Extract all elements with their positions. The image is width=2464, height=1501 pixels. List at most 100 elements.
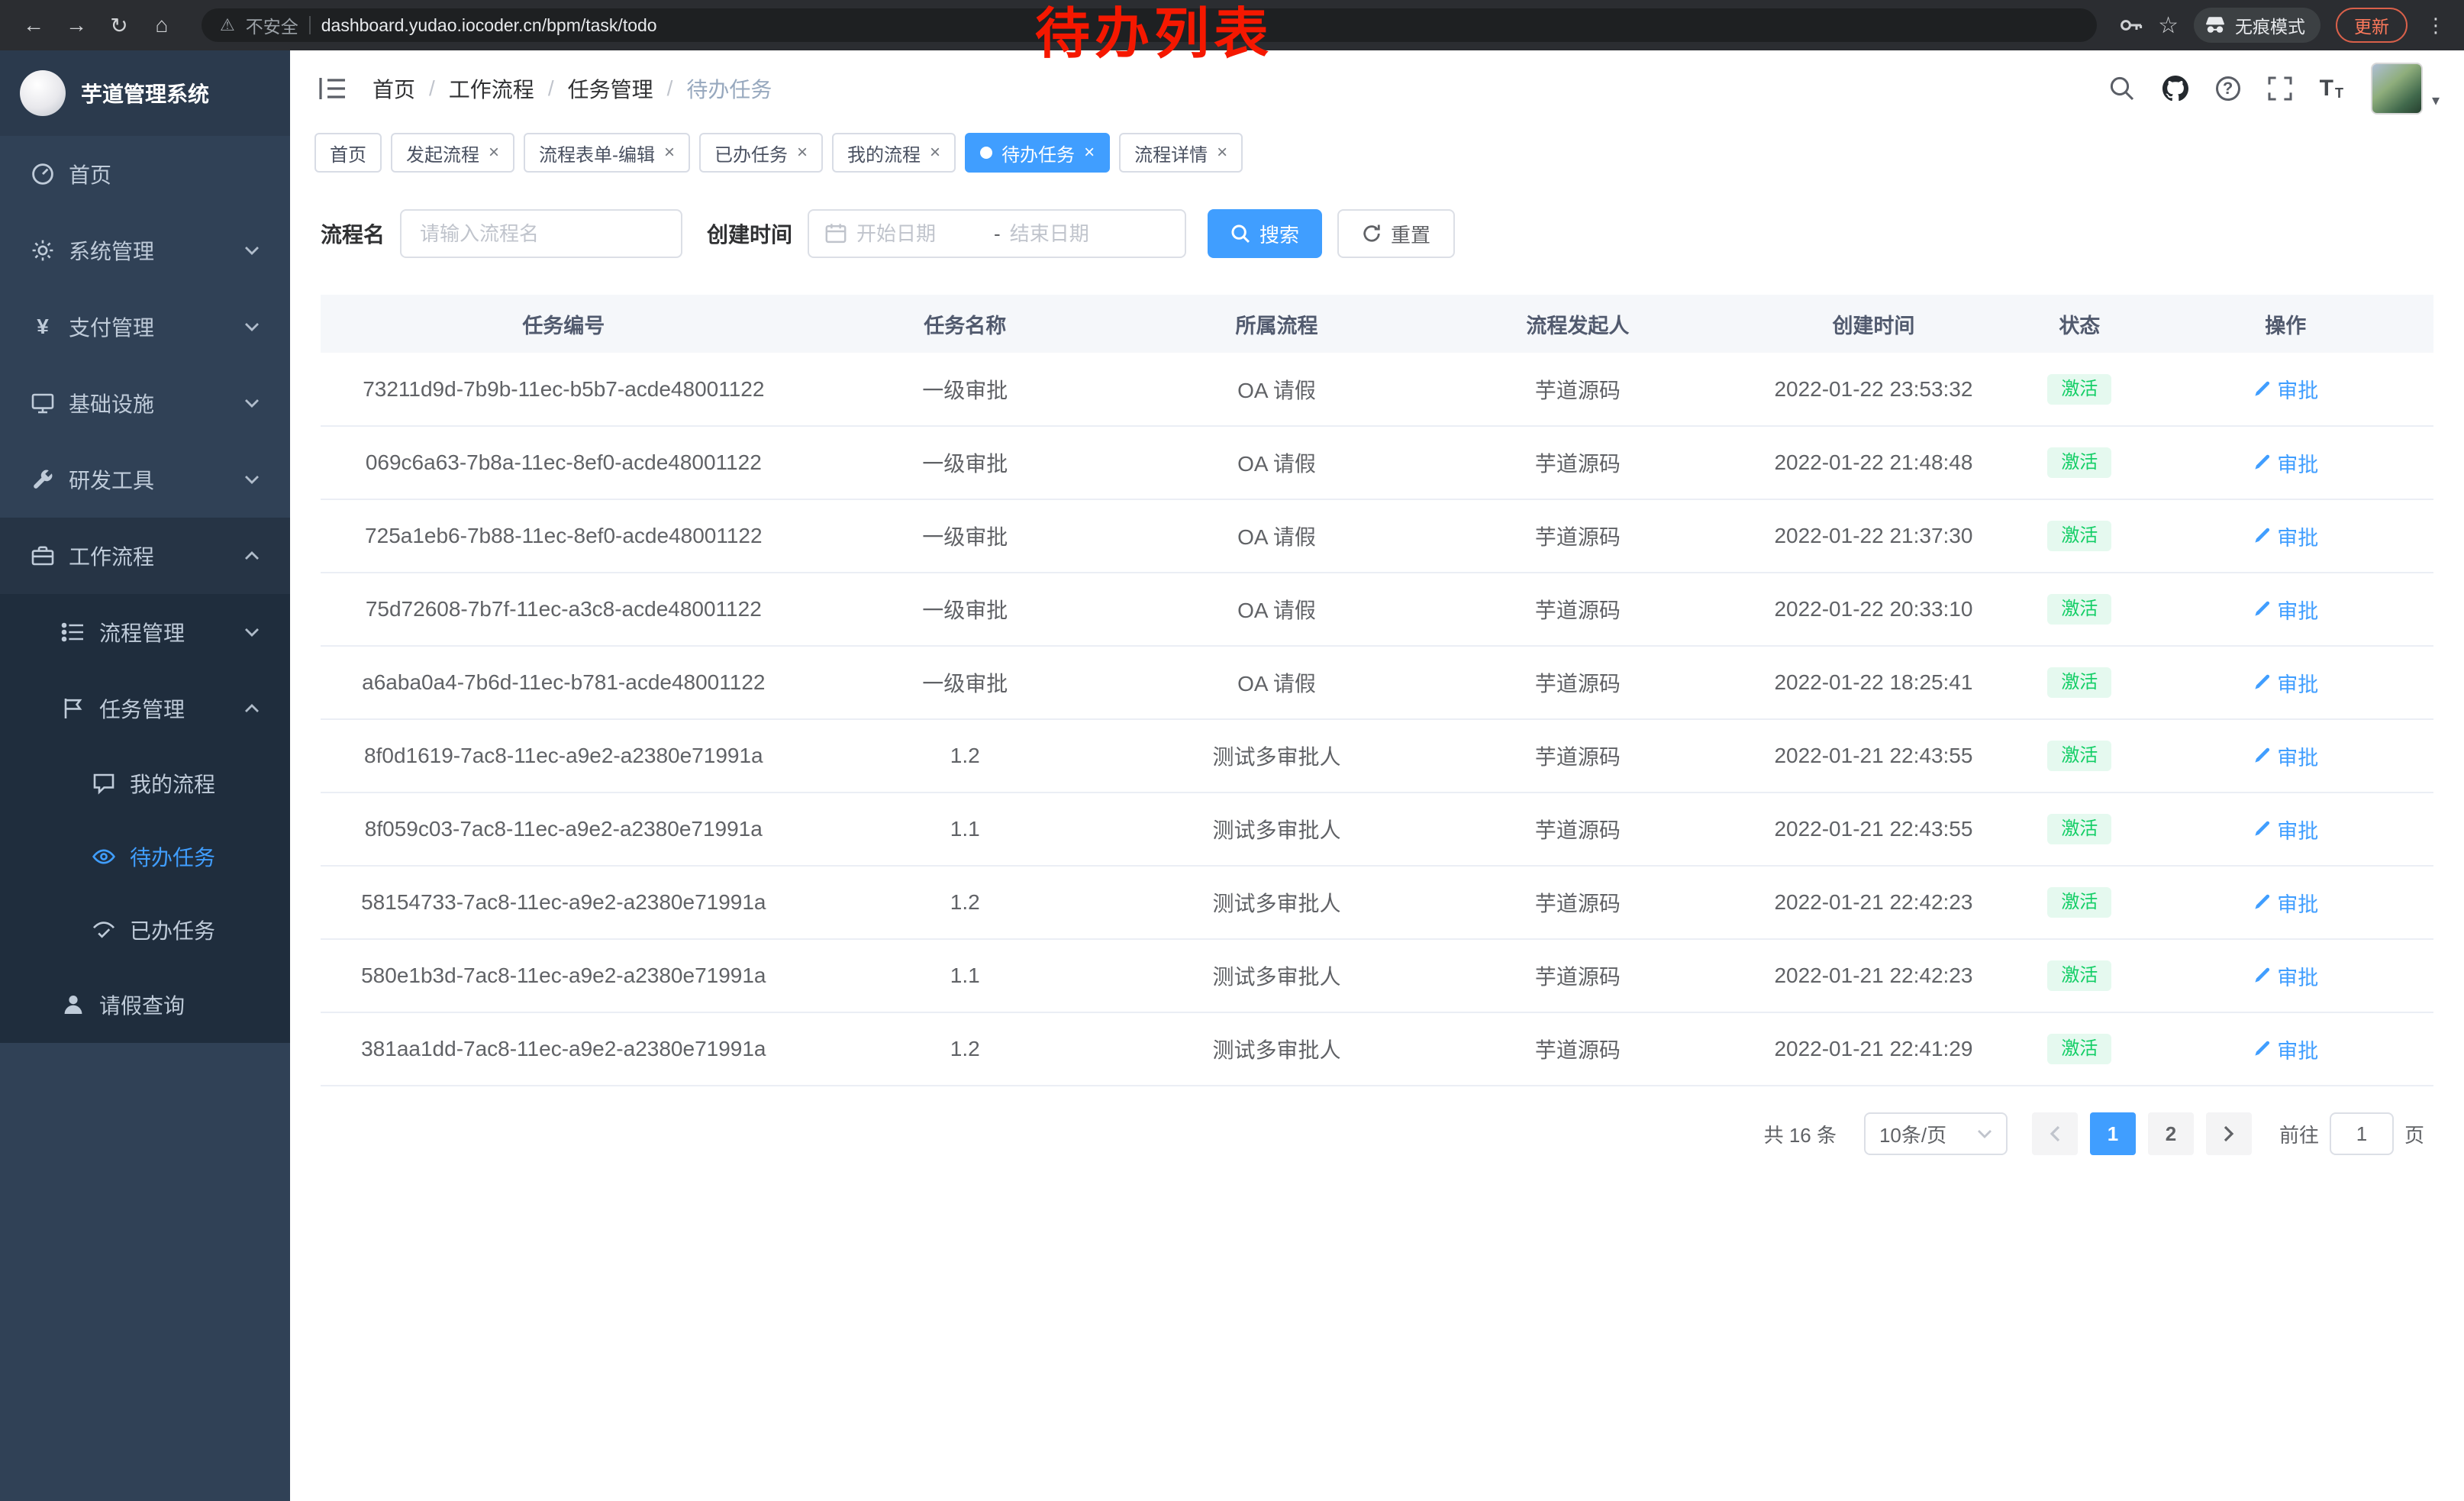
breadcrumb-item[interactable]: 首页	[373, 73, 415, 104]
sidebar-item-payment[interactable]: ¥ 支付管理	[0, 289, 290, 365]
tab-my-process[interactable]: 我的流程 ×	[832, 133, 956, 173]
github-icon[interactable]	[2162, 76, 2188, 102]
monitor-icon	[31, 391, 55, 415]
tab-todo-tasks[interactable]: 待办任务 ×	[965, 133, 1110, 173]
sidebar-item-my-process[interactable]: 我的流程	[0, 747, 290, 820]
reset-button[interactable]: 重置	[1337, 209, 1455, 258]
fullscreen-icon[interactable]	[2268, 76, 2292, 101]
process-starter: 芋道源码	[1430, 719, 1726, 792]
sidebar-toggle[interactable]	[314, 70, 351, 107]
start-date-input[interactable]	[856, 222, 985, 246]
font-size-icon[interactable]: TT	[2320, 77, 2343, 100]
sidebar-item-system[interactable]: 系统管理	[0, 212, 290, 289]
forward-button[interactable]: →	[58, 7, 95, 44]
incognito-label: 无痕模式	[2235, 12, 2305, 38]
end-date-input[interactable]	[1010, 222, 1138, 246]
process-starter: 芋道源码	[1430, 426, 1726, 499]
approve-label: 审批	[2277, 1035, 2318, 1064]
list-icon	[61, 620, 85, 644]
breadcrumb-item[interactable]: 任务管理	[568, 73, 653, 104]
sidebar-item-done-tasks[interactable]: 已办任务	[0, 893, 290, 967]
sidebar-item-todo-tasks[interactable]: 待办任务	[0, 820, 290, 893]
approve-link[interactable]: 审批	[2253, 815, 2318, 844]
task-name: 1.2	[807, 719, 1124, 792]
search-button[interactable]: 搜索	[1208, 209, 1322, 258]
approve-link[interactable]: 审批	[2253, 374, 2318, 404]
sidebar-item-leave-query[interactable]: 请假查询	[0, 967, 290, 1043]
update-button[interactable]: 更新	[2336, 8, 2408, 43]
user-avatar[interactable]	[2371, 63, 2423, 115]
sidebar-item-label: 流程管理	[99, 617, 185, 647]
breadcrumb-item[interactable]: 工作流程	[449, 73, 534, 104]
address-bar[interactable]: ⚠ 不安全 dashboard.yudao.iocoder.cn/bpm/tas…	[202, 8, 2097, 42]
refresh-button[interactable]: ↻	[101, 7, 137, 44]
tab-start-process[interactable]: 发起流程 ×	[391, 133, 514, 173]
create-time: 2022-01-21 22:42:23	[1726, 866, 2022, 939]
home-button[interactable]: ⌂	[144, 7, 180, 44]
process-name-label: 流程名	[321, 218, 385, 249]
tab-process-detail[interactable]: 流程详情 ×	[1119, 133, 1243, 173]
table-row: 381aa1dd-7ac8-11ec-a9e2-a2380e71991a 1.2…	[321, 1012, 2433, 1086]
approve-label: 审批	[2277, 815, 2318, 844]
goto-page-input[interactable]	[2330, 1112, 2394, 1155]
status-badge: 激活	[2047, 887, 2111, 918]
approve-link[interactable]: 审批	[2253, 961, 2318, 991]
close-icon[interactable]: ×	[664, 144, 675, 162]
close-icon[interactable]: ×	[489, 144, 499, 162]
approve-link[interactable]: 审批	[2253, 448, 2318, 478]
date-range-picker[interactable]: -	[808, 209, 1186, 258]
approve-link[interactable]: 审批	[2253, 668, 2318, 698]
approve-link[interactable]: 审批	[2253, 741, 2318, 771]
task-id: 725a1eb6-7b88-11ec-8ef0-acde48001122	[321, 499, 807, 573]
sidebar-item-home[interactable]: 首页	[0, 136, 290, 212]
approve-link[interactable]: 审批	[2253, 1035, 2318, 1064]
sidebar-item-devtools[interactable]: 研发工具	[0, 441, 290, 518]
eye-check-icon	[92, 918, 116, 942]
table-row: 75d72608-7b7f-11ec-a3c8-acde48001122 一级审…	[321, 573, 2433, 646]
close-icon[interactable]: ×	[930, 144, 940, 162]
key-icon[interactable]	[2118, 13, 2143, 37]
status-badge: 激活	[2047, 521, 2111, 551]
tab-done-tasks[interactable]: 已办任务 ×	[699, 133, 823, 173]
search-icon[interactable]	[2109, 76, 2135, 102]
app-title: 芋道管理系统	[81, 78, 209, 108]
process-name: 测试多审批人	[1124, 792, 1430, 866]
approve-link[interactable]: 审批	[2253, 595, 2318, 625]
tab-home[interactable]: 首页	[314, 133, 382, 173]
tab-process-form-edit[interactable]: 流程表单-编辑 ×	[524, 133, 690, 173]
close-icon[interactable]: ×	[1217, 144, 1227, 162]
column-header: 任务名称	[807, 295, 1124, 353]
page-size-select[interactable]: 10条/页	[1864, 1112, 2008, 1155]
process-starter: 芋道源码	[1430, 1012, 1726, 1086]
create-time-label: 创建时间	[707, 218, 792, 249]
next-page-button[interactable]	[2206, 1112, 2252, 1155]
page-button-2[interactable]: 2	[2148, 1112, 2194, 1155]
approve-link[interactable]: 审批	[2253, 888, 2318, 918]
bookmark-star-icon[interactable]: ☆	[2158, 12, 2179, 39]
prev-page-button[interactable]	[2032, 1112, 2078, 1155]
pencil-icon	[2253, 1040, 2271, 1058]
page-button-1[interactable]: 1	[2090, 1112, 2136, 1155]
close-icon[interactable]: ×	[1084, 144, 1095, 162]
close-icon[interactable]: ×	[797, 144, 808, 162]
process-name: OA 请假	[1124, 426, 1430, 499]
sidebar-item-task-mgmt[interactable]: 任务管理	[0, 670, 290, 747]
help-icon[interactable]: ?	[2216, 76, 2240, 101]
avatar-caret-icon[interactable]: ▾	[2432, 91, 2440, 110]
table-row: 8f059c03-7ac8-11ec-a9e2-a2380e71991a 1.1…	[321, 792, 2433, 866]
table-row: a6aba0a4-7b6d-11ec-b781-acde48001122 一级审…	[321, 646, 2433, 719]
chevron-right-icon	[2224, 1125, 2234, 1142]
chat-icon	[92, 771, 116, 796]
table-row: 580e1b3d-7ac8-11ec-a9e2-a2380e71991a 1.1…	[321, 939, 2433, 1012]
sidebar: 芋道管理系统 首页 系统管理 ¥ 支付管理 基础设施	[0, 50, 290, 1501]
task-id: 8f059c03-7ac8-11ec-a9e2-a2380e71991a	[321, 792, 807, 866]
back-button[interactable]: ←	[15, 7, 52, 44]
sidebar-item-process-mgmt[interactable]: 流程管理	[0, 594, 290, 670]
process-name-input[interactable]	[400, 209, 682, 258]
process-name: OA 请假	[1124, 499, 1430, 573]
create-time: 2022-01-21 22:42:23	[1726, 939, 2022, 1012]
sidebar-item-infra[interactable]: 基础设施	[0, 365, 290, 441]
approve-link[interactable]: 审批	[2253, 521, 2318, 551]
browser-menu-icon[interactable]: ⋮	[2423, 14, 2449, 37]
sidebar-item-workflow[interactable]: 工作流程	[0, 518, 290, 594]
